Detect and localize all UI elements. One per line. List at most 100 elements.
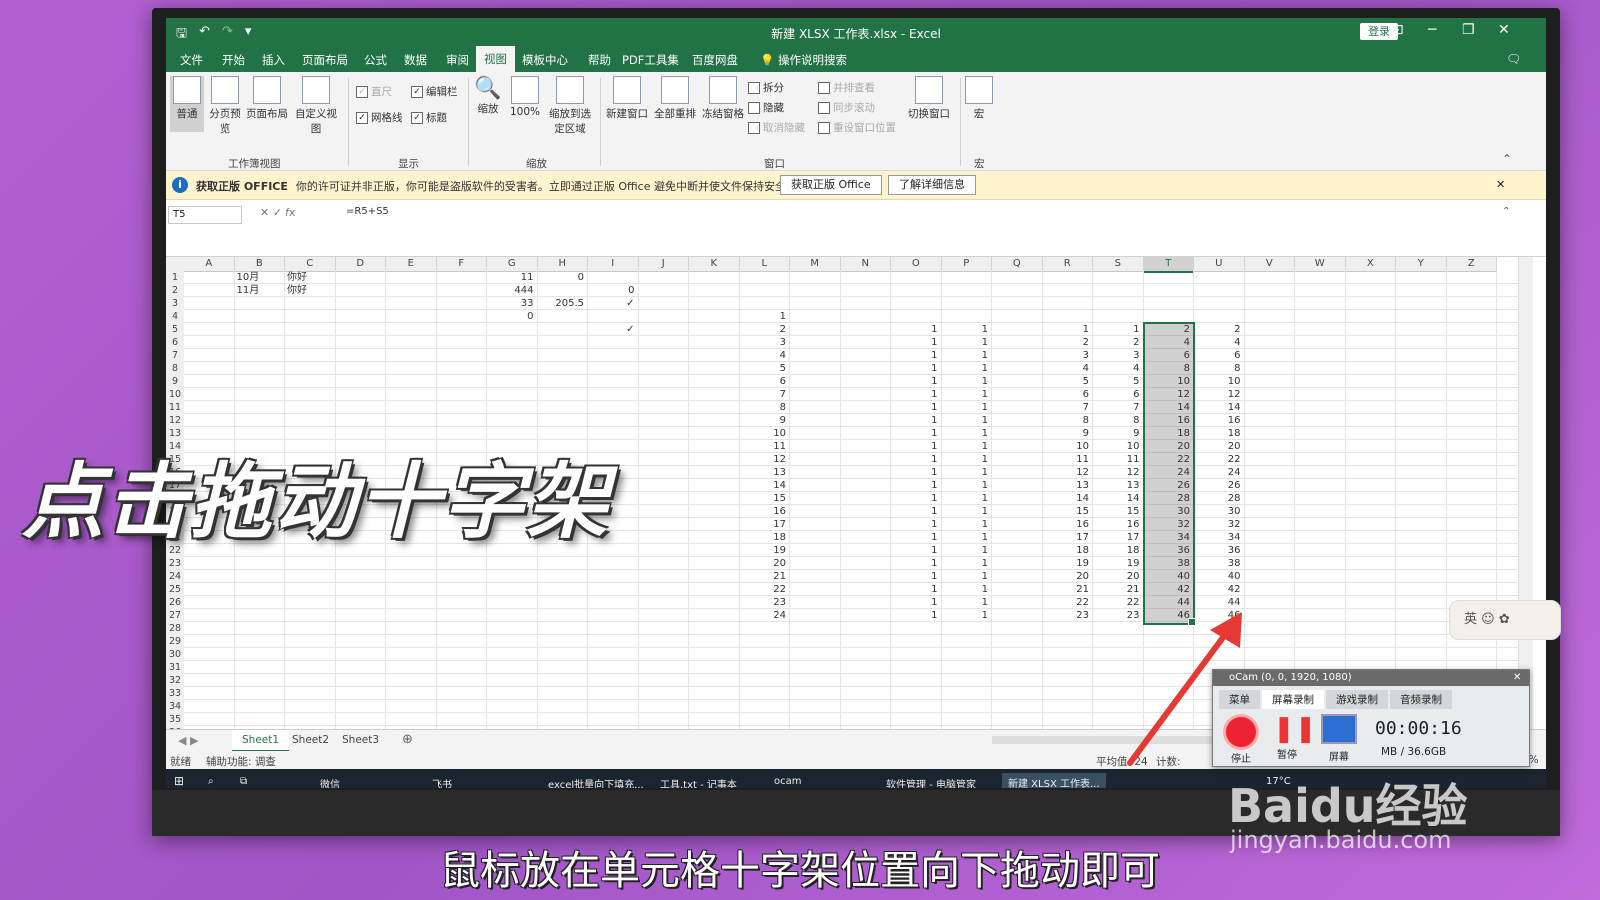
- cell-L24[interactable]: 21: [740, 570, 786, 583]
- cell-P27[interactable]: 1: [942, 609, 988, 622]
- cell-U6[interactable]: 4: [1194, 336, 1240, 349]
- column-header-G[interactable]: G: [487, 257, 538, 272]
- column-header-Z[interactable]: Z: [1446, 257, 1497, 272]
- cell-P17[interactable]: 1: [942, 479, 988, 492]
- cell-T6[interactable]: 4: [1144, 336, 1190, 349]
- taskbar-item-6[interactable]: 新建 XLSX 工作表...: [1002, 773, 1106, 788]
- cell-S18[interactable]: 14: [1093, 492, 1140, 505]
- cell-R18[interactable]: 14: [1043, 492, 1089, 505]
- column-header-Y[interactable]: Y: [1396, 257, 1447, 272]
- cell-I3[interactable]: ✓: [588, 297, 634, 310]
- column-header-H[interactable]: H: [537, 257, 588, 272]
- column-header-W[interactable]: W: [1295, 257, 1346, 272]
- cell-L23[interactable]: 20: [740, 557, 786, 570]
- cell-R6[interactable]: 2: [1043, 336, 1089, 349]
- cell-L26[interactable]: 23: [740, 596, 786, 609]
- cell-R17[interactable]: 13: [1043, 479, 1089, 492]
- gridlines-checkbox[interactable]: ✓ 网格线: [356, 110, 403, 125]
- cell-T23[interactable]: 38: [1144, 557, 1190, 570]
- row-header-32[interactable]: 32: [166, 674, 184, 688]
- cell-L22[interactable]: 19: [740, 544, 786, 557]
- cell-O5[interactable]: 1: [891, 323, 937, 336]
- row-header-23[interactable]: 23: [166, 557, 184, 571]
- add-sheet-icon[interactable]: ⊕: [402, 732, 413, 747]
- cell-P8[interactable]: 1: [942, 362, 988, 375]
- cell-P23[interactable]: 1: [942, 557, 988, 570]
- sheet-tab-sheet2[interactable]: Sheet2: [282, 730, 339, 750]
- normal-view-button[interactable]: 普通: [170, 76, 204, 132]
- cell-L12[interactable]: 9: [740, 414, 786, 427]
- menu-tab-10[interactable]: PDF工具集: [622, 52, 679, 68]
- cell-R11[interactable]: 7: [1043, 401, 1089, 414]
- cell-U13[interactable]: 18: [1194, 427, 1241, 440]
- cell-S12[interactable]: 8: [1093, 414, 1139, 427]
- cell-P7[interactable]: 1: [942, 349, 988, 362]
- cell-U25[interactable]: 42: [1194, 583, 1241, 596]
- cell-R16[interactable]: 12: [1043, 466, 1089, 479]
- cell-P9[interactable]: 1: [942, 375, 988, 388]
- cell-H1[interactable]: 0: [538, 271, 584, 284]
- menu-tab-6[interactable]: 审阅: [446, 52, 469, 68]
- ribbon-display-icon[interactable]: ⊡: [1392, 22, 1404, 38]
- row-header-35[interactable]: 35: [166, 713, 184, 727]
- cell-U8[interactable]: 8: [1194, 362, 1240, 375]
- macros-button[interactable]: 宏: [964, 76, 994, 121]
- column-header-R[interactable]: R: [1042, 257, 1093, 272]
- cell-P25[interactable]: 1: [942, 583, 988, 596]
- cell-T25[interactable]: 42: [1144, 583, 1190, 596]
- hide-button[interactable]: 隐藏: [748, 100, 784, 115]
- cell-O22[interactable]: 1: [891, 544, 937, 557]
- cell-P14[interactable]: 1: [942, 440, 988, 453]
- ocam-pause-button[interactable]: ❚❚ 暂停: [1273, 714, 1317, 761]
- cell-O8[interactable]: 1: [891, 362, 937, 375]
- cell-S19[interactable]: 15: [1093, 505, 1140, 518]
- cell-G4[interactable]: 0: [487, 310, 533, 323]
- cell-U16[interactable]: 24: [1194, 466, 1241, 479]
- cell-S22[interactable]: 18: [1093, 544, 1140, 557]
- close-icon[interactable]: ✕: [1498, 22, 1510, 38]
- cell-L4[interactable]: 1: [740, 310, 786, 323]
- taskbar-item-5[interactable]: 软件管理 - 电脑管家: [886, 776, 976, 788]
- cell-O20[interactable]: 1: [891, 518, 937, 531]
- cell-U12[interactable]: 16: [1194, 414, 1241, 427]
- cell-L21[interactable]: 18: [740, 531, 786, 544]
- column-header-O[interactable]: O: [891, 257, 942, 272]
- cell-C2[interactable]: 你好: [287, 284, 307, 297]
- cell-U21[interactable]: 34: [1194, 531, 1241, 544]
- page-break-preview-button[interactable]: 分页预览: [208, 76, 242, 136]
- cell-P22[interactable]: 1: [942, 544, 988, 557]
- custom-views-button[interactable]: 自定义视图: [290, 76, 342, 136]
- cell-P16[interactable]: 1: [942, 466, 988, 479]
- sheet-tab-sheet1[interactable]: Sheet1: [232, 730, 290, 752]
- cell-U20[interactable]: 32: [1194, 518, 1241, 531]
- column-header-E[interactable]: E: [386, 257, 437, 272]
- cell-S24[interactable]: 20: [1093, 570, 1140, 583]
- row-header-30[interactable]: 30: [166, 648, 184, 662]
- cell-L15[interactable]: 12: [740, 453, 786, 466]
- cell-O7[interactable]: 1: [891, 349, 937, 362]
- row-header-6[interactable]: 6: [166, 336, 184, 350]
- cell-S11[interactable]: 7: [1093, 401, 1139, 414]
- cell-P13[interactable]: 1: [942, 427, 988, 440]
- cell-T24[interactable]: 40: [1144, 570, 1190, 583]
- cell-R12[interactable]: 8: [1043, 414, 1089, 427]
- cell-U19[interactable]: 30: [1194, 505, 1241, 518]
- cell-U5[interactable]: 2: [1194, 323, 1240, 336]
- cell-L5[interactable]: 2: [740, 323, 786, 336]
- cell-R15[interactable]: 11: [1043, 453, 1089, 466]
- cell-T14[interactable]: 20: [1144, 440, 1190, 453]
- vertical-scrollbar[interactable]: [1518, 257, 1533, 729]
- reset-position-button[interactable]: 重设窗口位置: [818, 120, 896, 135]
- cell-T20[interactable]: 32: [1144, 518, 1190, 531]
- column-header-C[interactable]: C: [285, 257, 336, 272]
- cell-R14[interactable]: 10: [1043, 440, 1089, 453]
- menu-tab-2[interactable]: 插入: [262, 52, 285, 68]
- cell-R19[interactable]: 15: [1043, 505, 1089, 518]
- cell-B2[interactable]: 11月: [237, 284, 260, 297]
- column-header-P[interactable]: P: [941, 257, 992, 272]
- row-header-31[interactable]: 31: [166, 661, 184, 675]
- freeze-panes-button[interactable]: 冻结窗格: [700, 76, 746, 121]
- column-header-U[interactable]: U: [1194, 257, 1245, 272]
- cell-O21[interactable]: 1: [891, 531, 937, 544]
- row-header-25[interactable]: 25: [166, 583, 184, 597]
